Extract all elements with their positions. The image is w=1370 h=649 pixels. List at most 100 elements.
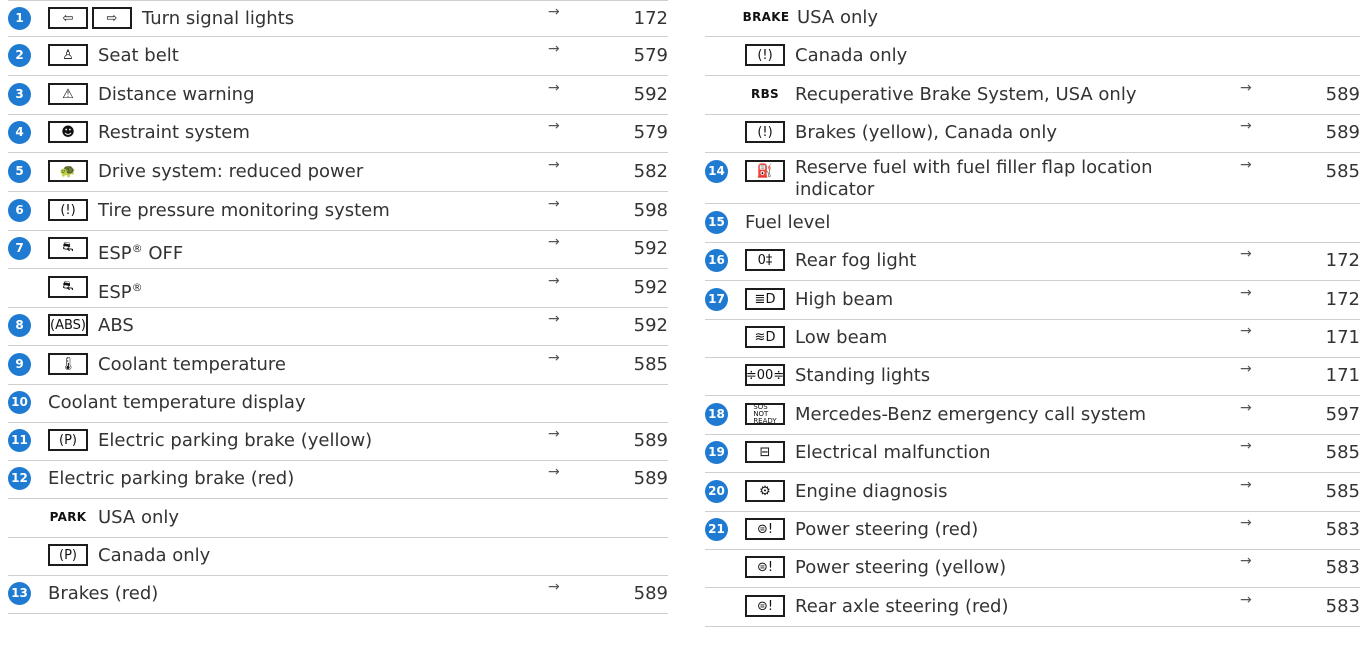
page-number-link[interactable]: 583: [1310, 596, 1360, 617]
page-number-link[interactable]: 585: [1310, 161, 1360, 182]
item-number-badge: 8: [8, 314, 31, 337]
item-label: Coolant temperature: [98, 354, 286, 375]
item-label: Low beam: [795, 327, 888, 348]
page-number-link[interactable]: 592: [618, 277, 668, 298]
item-number-badge: 14: [705, 160, 728, 183]
page-reference-arrow-icon: →: [548, 41, 560, 57]
table-row: ⛐ ESP® → 592: [8, 270, 668, 308]
warning-lamp-icon: ⛐: [48, 237, 88, 259]
item-label: Recuperative Brake System, USA only: [795, 84, 1137, 105]
page-reference-arrow-icon: →: [548, 157, 560, 173]
table-row: 12 Electric parking brake (red) → 589: [8, 461, 668, 499]
warning-lamp-icon: ⇨: [92, 7, 132, 29]
table-row: 20 ⚙ Engine diagnosis → 585: [705, 474, 1360, 512]
warning-lamp-icon: ⚠: [48, 83, 88, 105]
page-number-link[interactable]: 589: [1310, 122, 1360, 143]
item-label: Power steering (red): [795, 519, 979, 540]
page-reference-arrow-icon: →: [548, 350, 560, 366]
table-row: 19 ⊟ Electrical malfunction → 585: [705, 435, 1360, 473]
page-number-link[interactable]: 583: [1310, 557, 1360, 578]
page-number-link[interactable]: 583: [1310, 519, 1360, 540]
page-number-link[interactable]: 171: [1310, 327, 1360, 348]
warning-lamp-icon: ⛐: [48, 276, 88, 298]
item-label: Rear axle steering (red): [795, 596, 1009, 617]
page-reference-arrow-icon: →: [548, 80, 560, 96]
table-row: 8 (ABS) ABS → 592: [8, 308, 668, 346]
warning-lamp-icon: ♙: [48, 44, 88, 66]
item-number-badge: 20: [705, 480, 728, 503]
table-row: 17 ≣D High beam → 172: [705, 282, 1360, 320]
page-number-link[interactable]: 589: [1310, 84, 1360, 105]
item-label: Fuel level: [745, 212, 831, 233]
item-label: Restraint system: [98, 122, 250, 143]
page-reference-arrow-icon: →: [1240, 118, 1252, 134]
table-row: 1 ⇦ ⇨ Turn signal lights → 172: [8, 0, 668, 37]
warning-lamp-icon: ⊟: [745, 441, 785, 463]
page-number-link[interactable]: 172: [1310, 289, 1360, 310]
warning-lamp-icon: (!): [48, 199, 88, 221]
page-number-link[interactable]: 585: [1310, 442, 1360, 463]
page-number-link[interactable]: 598: [618, 200, 668, 221]
table-row: RBS Recuperative Brake System, USA only → 5…: [705, 77, 1360, 115]
page-number-link[interactable]: 582: [618, 161, 668, 182]
item-number-badge: 18: [705, 403, 728, 426]
item-label: ESP®: [98, 281, 143, 303]
page-reference-arrow-icon: →: [1240, 477, 1252, 493]
item-number-badge: 16: [705, 249, 728, 272]
table-row: 2 ♙ Seat belt → 579: [8, 38, 668, 76]
item-label: Mercedes-Benz emergency call system: [795, 404, 1146, 425]
item-number-badge: 13: [8, 582, 31, 605]
warning-lamp-icon: PARK: [48, 506, 88, 528]
table-row: 6 (!) Tire pressure monitoring system → 598: [8, 193, 668, 231]
page-number-link[interactable]: 172: [1310, 250, 1360, 271]
item-label: Seat belt: [98, 45, 179, 66]
item-number-badge: 12: [8, 467, 31, 490]
item-number-badge: 6: [8, 199, 31, 222]
item-label: USA only: [797, 7, 879, 28]
item-number-badge: 15: [705, 211, 728, 234]
table-row: PARK USA only: [8, 500, 668, 538]
page-number-link[interactable]: 585: [618, 354, 668, 375]
item-label: ESP® OFF: [98, 242, 184, 264]
warning-lamp-icon: 🐢: [48, 160, 88, 182]
page-number-link[interactable]: 589: [618, 583, 668, 604]
page-number-link[interactable]: 592: [618, 238, 668, 259]
page-number-link[interactable]: 589: [618, 468, 668, 489]
warning-lamp-icon: ≑00≑: [745, 364, 785, 386]
page-number-link[interactable]: 171: [1310, 365, 1360, 386]
table-row: 14 ⛽ Reserve fuel with fuel filler flap lo…: [705, 154, 1360, 204]
table-row: ≋D Low beam → 171: [705, 320, 1360, 358]
table-row: (!) Brakes (yellow), Canada only → 589: [705, 115, 1360, 153]
item-label: Reserve fuel with fuel filler flap locat…: [795, 157, 1153, 200]
table-row: ⊜! Rear axle steering (red) → 583: [705, 589, 1360, 627]
item-label: Electric parking brake (yellow): [98, 430, 373, 451]
table-row: 4 ☻ Restraint system → 579: [8, 115, 668, 153]
page-number-link[interactable]: 579: [618, 122, 668, 143]
page-reference-arrow-icon: →: [1240, 246, 1252, 262]
item-label: Power steering (yellow): [795, 557, 1007, 578]
item-label: Tire pressure monitoring system: [98, 200, 390, 221]
page-reference-arrow-icon: →: [1240, 438, 1252, 454]
warning-lamp-icon: (ABS): [48, 314, 88, 336]
page-number-link[interactable]: 172: [618, 8, 668, 29]
page-number-link[interactable]: 585: [1310, 481, 1360, 502]
page-reference-arrow-icon: →: [1240, 80, 1252, 96]
page-number-link[interactable]: 579: [618, 45, 668, 66]
warning-lamp-icon: (!): [745, 121, 785, 143]
warning-lamp-icon: ☻: [48, 121, 88, 143]
table-row: 5 🐢 Drive system: reduced power → 582: [8, 154, 668, 192]
item-number-badge: 21: [705, 518, 728, 541]
page-number-link[interactable]: 589: [618, 430, 668, 451]
warning-lamp-icon: SOS NOT READY: [745, 403, 785, 425]
item-label: Electrical malfunction: [795, 442, 991, 463]
item-number-badge: 5: [8, 160, 31, 183]
table-row: ≑00≑ Standing lights → 171: [705, 358, 1360, 396]
page-number-link[interactable]: 592: [618, 315, 668, 336]
page-number-link[interactable]: 597: [1310, 404, 1360, 425]
item-number-badge: 11: [8, 429, 31, 452]
item-label: USA only: [98, 507, 180, 528]
item-number-badge: 19: [705, 441, 728, 464]
page-reference-arrow-icon: →: [1240, 361, 1252, 377]
page-number-link[interactable]: 592: [618, 84, 668, 105]
page-reference-arrow-icon: →: [1240, 285, 1252, 301]
